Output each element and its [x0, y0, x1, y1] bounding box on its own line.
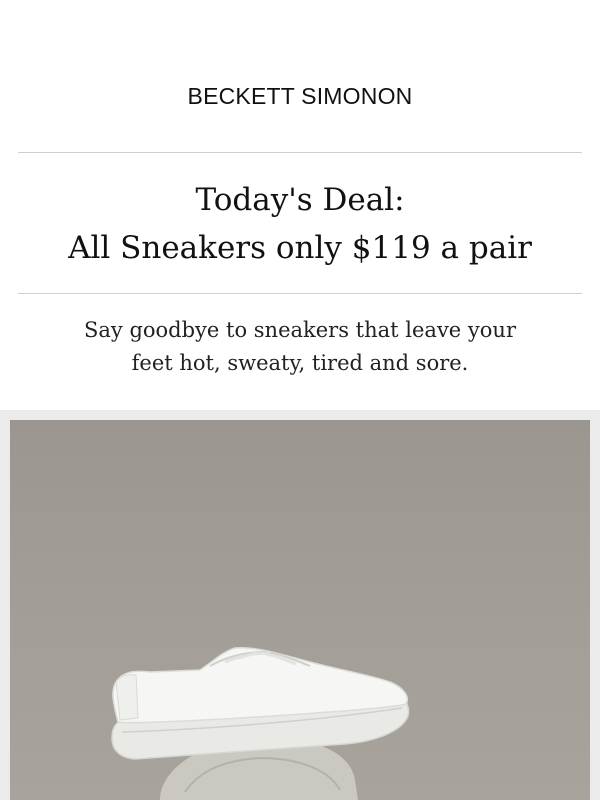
deal-headline-line-1: Today's Deal:	[195, 182, 405, 218]
body-copy-line-2: feet hot, sweaty, tired and sore.	[131, 351, 469, 375]
divider-top	[18, 152, 582, 153]
sneaker-heel	[115, 674, 139, 721]
divider-bottom	[18, 293, 582, 294]
deal-headline-line-2: All Sneakers only $119 a pair	[68, 230, 532, 266]
body-copy-line-1: Say goodbye to sneakers that leave your	[84, 318, 516, 342]
hero-image[interactable]	[10, 420, 590, 800]
sneaker-illustration	[111, 646, 410, 800]
brand-logo[interactable]: BECKETT SIMONON	[0, 82, 600, 110]
body-copy: Say goodbye to sneakers that leave your …	[0, 314, 600, 380]
email-header: BECKETT SIMONON	[0, 0, 600, 152]
deal-headline: Today's Deal: All Sneakers only $119 a p…	[0, 176, 600, 272]
